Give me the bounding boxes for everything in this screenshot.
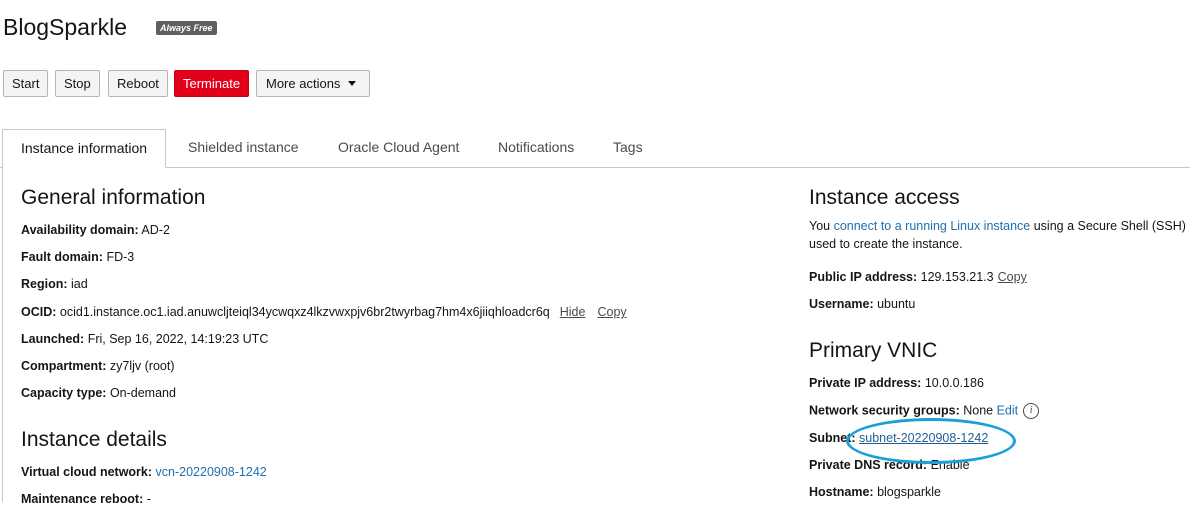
availability-domain-label: Availability domain: [21, 223, 139, 237]
fault-domain-row: Fault domain: FD-3 [21, 250, 134, 264]
ocid-row: OCID: ocid1.instance.oc1.iad.anuwcljteiq… [21, 305, 627, 319]
private-ip-value: 10.0.0.186 [924, 376, 984, 390]
private-ip-label: Private IP address: [809, 376, 922, 390]
region-row: Region: iad [21, 277, 88, 291]
hostname-value: blogsparkle [877, 485, 942, 499]
hostname-row: Hostname: blogsparkle [809, 485, 941, 499]
capacity-type-row: Capacity type: On-demand [21, 386, 176, 400]
vcn-link[interactable]: vcn-20220908-1242 [156, 465, 267, 479]
capacity-type-label: Capacity type: [21, 386, 107, 400]
connect-linux-instance-link[interactable]: connect to a running Linux instance [834, 219, 1031, 233]
ocid-label: OCID: [21, 305, 57, 319]
public-ip-label: Public IP address: [809, 270, 918, 284]
maintenance-reboot-row: Maintenance reboot: - [21, 492, 151, 506]
public-ip-copy-link[interactable]: Copy [998, 270, 1027, 284]
public-ip-row: Public IP address: 129.153.21.3 Copy [809, 270, 1027, 284]
always-free-badge: Always Free [156, 21, 217, 35]
username-row: Username: ubuntu [809, 297, 915, 311]
username-value: ubuntu [877, 297, 916, 311]
start-button[interactable]: Start [3, 70, 49, 97]
hostname-label: Hostname: [809, 485, 874, 499]
public-ip-value: 129.153.21.3 [920, 270, 994, 284]
reboot-button[interactable]: Reboot [108, 70, 168, 97]
page-title: BlogSparkle [3, 14, 128, 40]
region-value: iad [71, 277, 88, 291]
username-label: Username: [809, 297, 874, 311]
compartment-label: Compartment: [21, 359, 107, 373]
primary-vnic-heading: Primary VNIC [809, 339, 938, 362]
tab-notifications[interactable]: Notifications [498, 129, 574, 167]
fault-domain-value: FD-3 [106, 250, 135, 264]
access-desc-prefix: You [809, 219, 834, 233]
instance-access-heading: Instance access [809, 186, 960, 209]
ocid-hide-link[interactable]: Hide [560, 305, 586, 319]
tab-instance-information[interactable]: Instance information [2, 129, 167, 168]
chevron-down-icon [348, 81, 357, 87]
ocid-value: ocid1.instance.oc1.iad.anuwcljteiql34ycw… [59, 305, 550, 319]
subnet-highlight-ellipse [846, 418, 1016, 464]
tab-shielded-instance[interactable]: Shielded instance [188, 129, 299, 167]
instance-access-description: You connect to a running Linux instance … [809, 219, 1186, 233]
stop-button[interactable]: Stop [55, 70, 100, 97]
more-actions-label: More actions [266, 76, 341, 91]
vcn-row: Virtual cloud network: vcn-20220908-1242 [21, 465, 267, 479]
compartment-value: zy7ljv (root) [109, 359, 175, 373]
availability-domain-row: Availability domain: AD-2 [21, 223, 170, 237]
terminate-button[interactable]: Terminate [174, 70, 250, 97]
maintenance-reboot-label: Maintenance reboot: [21, 492, 144, 506]
nsg-row: Network security groups: None Edit i [809, 403, 1040, 419]
info-icon[interactable]: i [1023, 403, 1040, 419]
launched-value: Fri, Sep 16, 2022, 14:19:23 UTC [87, 332, 269, 346]
fault-domain-label: Fault domain: [21, 250, 103, 264]
instance-details-heading: Instance details [21, 428, 167, 451]
tab-tags[interactable]: Tags [613, 129, 643, 167]
nsg-value: None [963, 403, 994, 418]
tab-bar: Instance information Shielded instance O… [0, 129, 1190, 168]
region-label: Region: [21, 277, 68, 291]
maintenance-reboot-value: - [146, 492, 151, 506]
general-information-heading: General information [21, 186, 206, 209]
launched-row: Launched: Fri, Sep 16, 2022, 14:19:23 UT… [21, 332, 268, 346]
access-desc-suffix: using a Secure Shell (SSH) [1030, 219, 1186, 233]
capacity-type-value: On-demand [109, 386, 176, 400]
tab-oracle-cloud-agent[interactable]: Oracle Cloud Agent [338, 129, 459, 167]
availability-domain-value: AD-2 [141, 223, 170, 237]
private-ip-row: Private IP address: 10.0.0.186 [809, 376, 984, 390]
vcn-label: Virtual cloud network: [21, 465, 153, 479]
nsg-edit-link[interactable]: Edit [997, 403, 1019, 417]
ocid-copy-link[interactable]: Copy [597, 305, 626, 319]
access-desc-line2: used to create the instance. [809, 237, 963, 251]
launched-label: Launched: [21, 332, 85, 346]
compartment-row: Compartment: zy7ljv (root) [21, 359, 175, 373]
nsg-label: Network security groups: [809, 403, 960, 418]
more-actions-button[interactable]: More actions [256, 70, 370, 97]
